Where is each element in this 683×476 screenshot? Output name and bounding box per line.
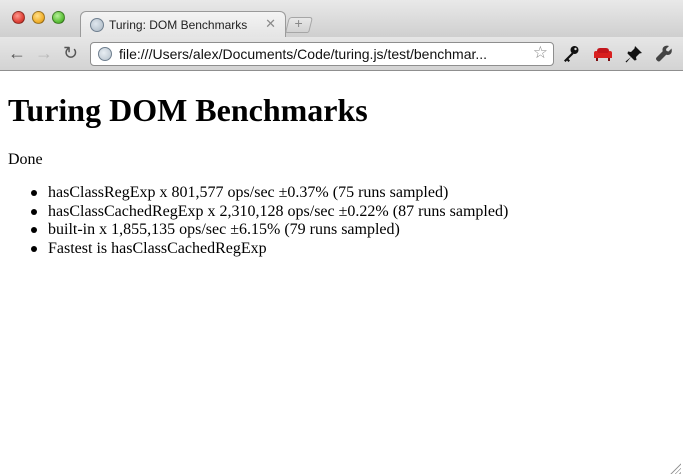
window-close-button[interactable] <box>12 11 25 24</box>
result-item: built-in x 1,855,135 ops/sec ±6.15% (79 … <box>8 221 508 240</box>
sofa-icon[interactable] <box>593 44 613 64</box>
status-text: Done <box>8 151 43 168</box>
bookmark-star-icon[interactable]: ☆ <box>533 43 548 63</box>
address-bar[interactable]: file:///Users/alex/Documents/Code/turing… <box>90 42 554 66</box>
result-item: hasClassRegExp x 801,577 ops/sec ±0.37% … <box>8 184 508 203</box>
result-item: hasClassCachedRegExp x 2,310,128 ops/sec… <box>8 203 508 222</box>
page-icon <box>98 47 112 61</box>
globe-icon <box>90 18 104 32</box>
wrench-icon[interactable] <box>654 44 674 64</box>
new-tab-button[interactable]: + <box>285 15 313 33</box>
url-text[interactable]: file:///Users/alex/Documents/Code/turing… <box>119 46 519 62</box>
window-zoom-button[interactable] <box>52 11 65 24</box>
pin-icon[interactable] <box>624 44 644 64</box>
reload-button[interactable]: ↻ <box>63 43 78 63</box>
plus-icon: + <box>294 15 303 31</box>
back-button[interactable]: ← <box>8 43 26 63</box>
key-icon[interactable] <box>561 44 581 64</box>
forward-button[interactable]: → <box>35 43 53 63</box>
page-heading: Turing DOM Benchmarks <box>8 92 368 128</box>
tab-title: Turing: DOM Benchmarks <box>109 18 248 32</box>
window-minimize-button[interactable] <box>32 11 45 24</box>
window-titlebar: Turing: DOM Benchmarks ✕ + <box>0 0 683 38</box>
tab-close-icon[interactable]: ✕ <box>265 16 276 32</box>
page-content: Turing DOM Benchmarks Done hasClassRegEx… <box>0 72 683 476</box>
result-item: Fastest is hasClassCachedRegExp <box>8 240 508 259</box>
browser-tab[interactable]: Turing: DOM Benchmarks ✕ <box>80 11 286 38</box>
browser-toolbar: ← → ↻ file:///Users/alex/Documents/Code/… <box>0 37 683 71</box>
window-resize-grip[interactable] <box>670 463 681 474</box>
benchmark-results-list: hasClassRegExp x 801,577 ops/sec ±0.37% … <box>8 184 508 258</box>
